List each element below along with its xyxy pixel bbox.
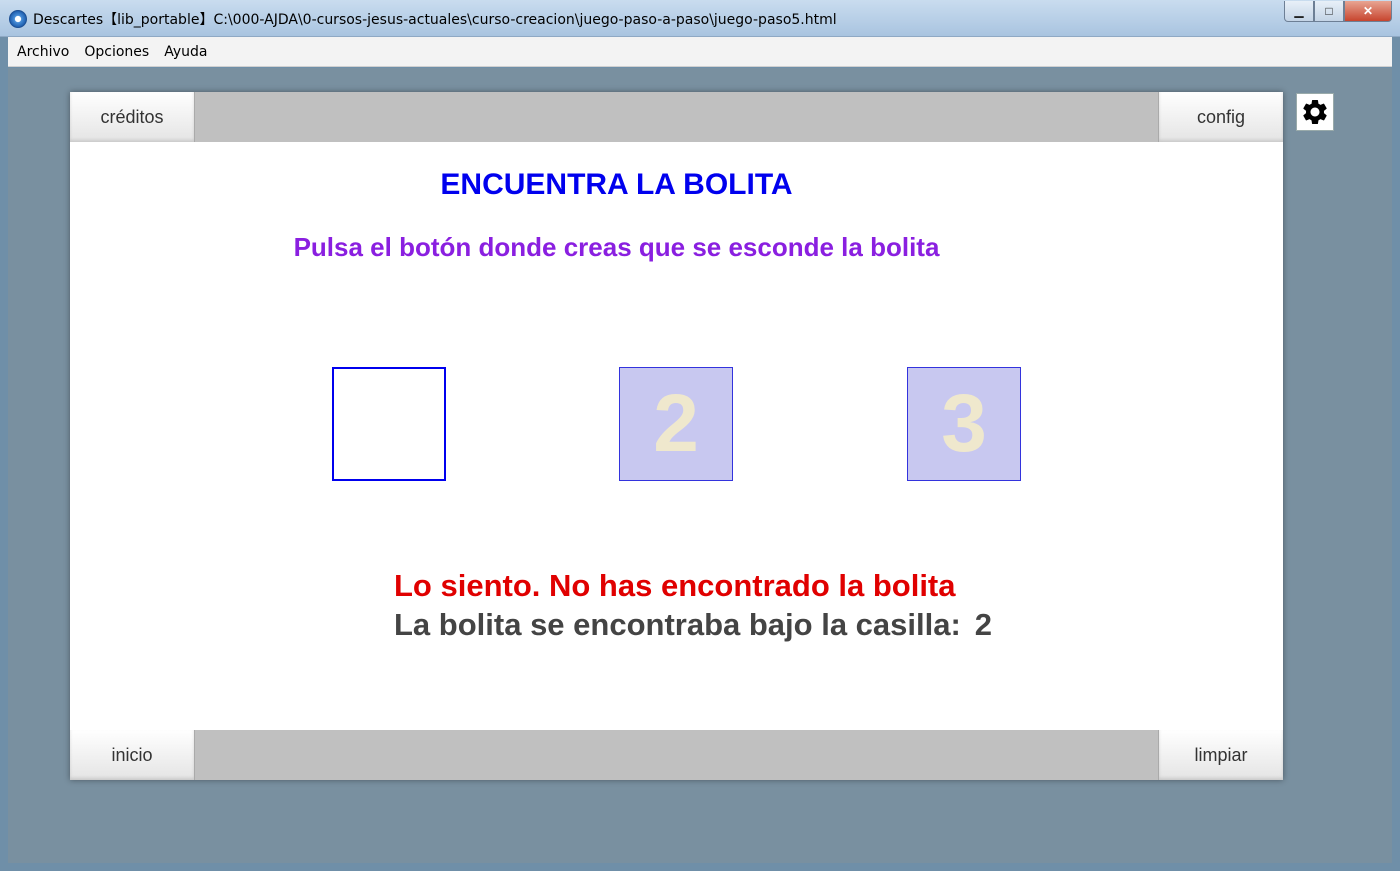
settings-button[interactable]	[1296, 93, 1334, 131]
menu-bar: Archivo Opciones Ayuda	[8, 37, 1392, 67]
box-2-button[interactable]: 2	[619, 367, 733, 481]
menu-archivo[interactable]: Archivo	[17, 44, 69, 60]
window-titlebar: Descartes【lib_portable】C:\000-AJDA\0-cur…	[0, 0, 1400, 37]
result-message: Lo siento. No has encontrado la bolita	[394, 568, 956, 603]
credits-button[interactable]: créditos	[70, 92, 195, 142]
window-title: Descartes【lib_portable】C:\000-AJDA\0-cur…	[33, 12, 837, 28]
game-scene: créditos config ENCUENTRA LA BOLITA Puls…	[70, 92, 1283, 780]
instruction-text: Pulsa el botón donde creas que se escond…	[293, 232, 940, 262]
top-bar: créditos config	[70, 92, 1283, 142]
box-3-button[interactable]: 3	[907, 367, 1021, 481]
config-button[interactable]: config	[1158, 92, 1283, 142]
app-icon	[9, 10, 27, 28]
instruction: Pulsa el botón donde creas que se escond…	[70, 232, 1283, 263]
game-title: ENCUENTRA LA BOLITA	[70, 168, 1283, 202]
start-button[interactable]: inicio	[70, 730, 195, 780]
gear-icon	[1303, 100, 1327, 124]
game-title-text: ENCUENTRA LA BOLITA	[440, 168, 793, 201]
clear-button[interactable]: limpiar	[1158, 730, 1283, 780]
minimize-button[interactable]: ▁	[1284, 1, 1314, 22]
close-button[interactable]: ✕	[1344, 1, 1392, 22]
bottom-bar: inicio limpiar	[70, 730, 1283, 780]
answer-text: La bolita se encontraba bajo la casilla:	[394, 607, 961, 642]
answer-line: La bolita se encontraba bajo la casilla:…	[394, 607, 992, 643]
box-1-button[interactable]	[332, 367, 446, 481]
menu-opciones[interactable]: Opciones	[84, 44, 149, 60]
answer-value: 2	[974, 607, 993, 642]
window-controls: ▁ □ ✕	[1284, 1, 1392, 22]
maximize-button[interactable]: □	[1314, 1, 1344, 22]
menu-ayuda[interactable]: Ayuda	[164, 44, 207, 60]
